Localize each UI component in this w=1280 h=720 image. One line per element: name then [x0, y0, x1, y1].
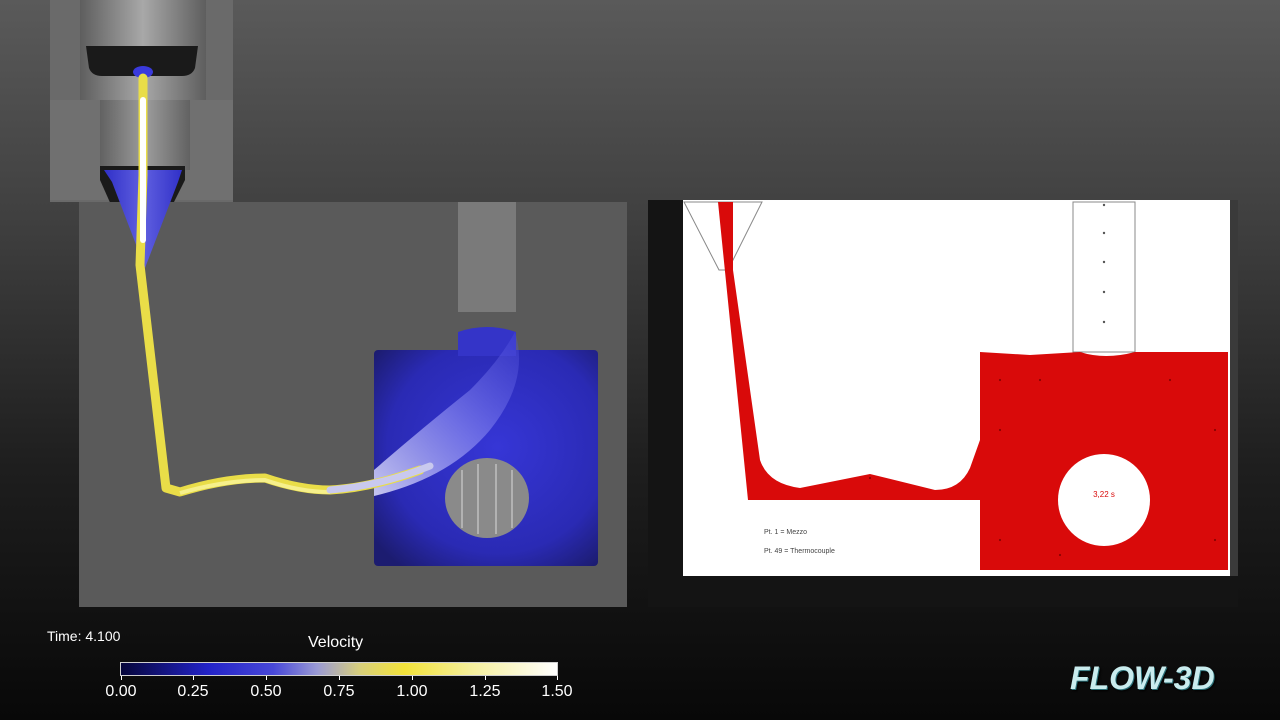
- colorbar-tick: [557, 676, 558, 680]
- colorbar-tick-label: 1.00: [396, 683, 428, 700]
- colorbar-tick: [485, 676, 486, 680]
- time-label: Time: 4.100: [47, 628, 121, 644]
- colorbar-tick: [266, 676, 267, 680]
- colorbar-tick: [412, 676, 413, 680]
- colorbar-tick-label: 1.50: [541, 683, 573, 700]
- legend-line-2: Pt. 49 = Thermocouple: [764, 548, 835, 555]
- velocity-colorbar: [120, 662, 558, 676]
- colorbar-tick: [339, 676, 340, 680]
- colorbar-tick: [193, 676, 194, 680]
- colorbar-tick-label: 1.25: [469, 683, 501, 700]
- core-hole: [1058, 454, 1150, 546]
- colorbar-tick-label: 0.25: [177, 683, 209, 700]
- colorbar-tick: [121, 676, 122, 680]
- legend-line-1: Pt. 1 = Mezzo: [764, 529, 807, 536]
- core-circle: [445, 458, 529, 538]
- flow3d-logo: FLOW-3D: [1070, 660, 1215, 696]
- colorbar-tick-label: 0.75: [323, 683, 355, 700]
- comparison-panel: 3,22 s Pt. 1 = Mezzo Pt. 49 = Thermocoup…: [648, 200, 1238, 607]
- casting-cavity: [374, 327, 598, 566]
- colorbar-tick-label: 0.50: [250, 683, 282, 700]
- riser: [458, 202, 516, 312]
- simulation-view: 3,22 s Pt. 1 = Mezzo Pt. 49 = Thermocoup…: [50, 0, 1238, 607]
- comparison-timestamp: 3,22 s: [1093, 490, 1115, 499]
- colorbar-tick-label: 0.00: [105, 683, 137, 700]
- colorbar-title: Velocity: [308, 634, 364, 651]
